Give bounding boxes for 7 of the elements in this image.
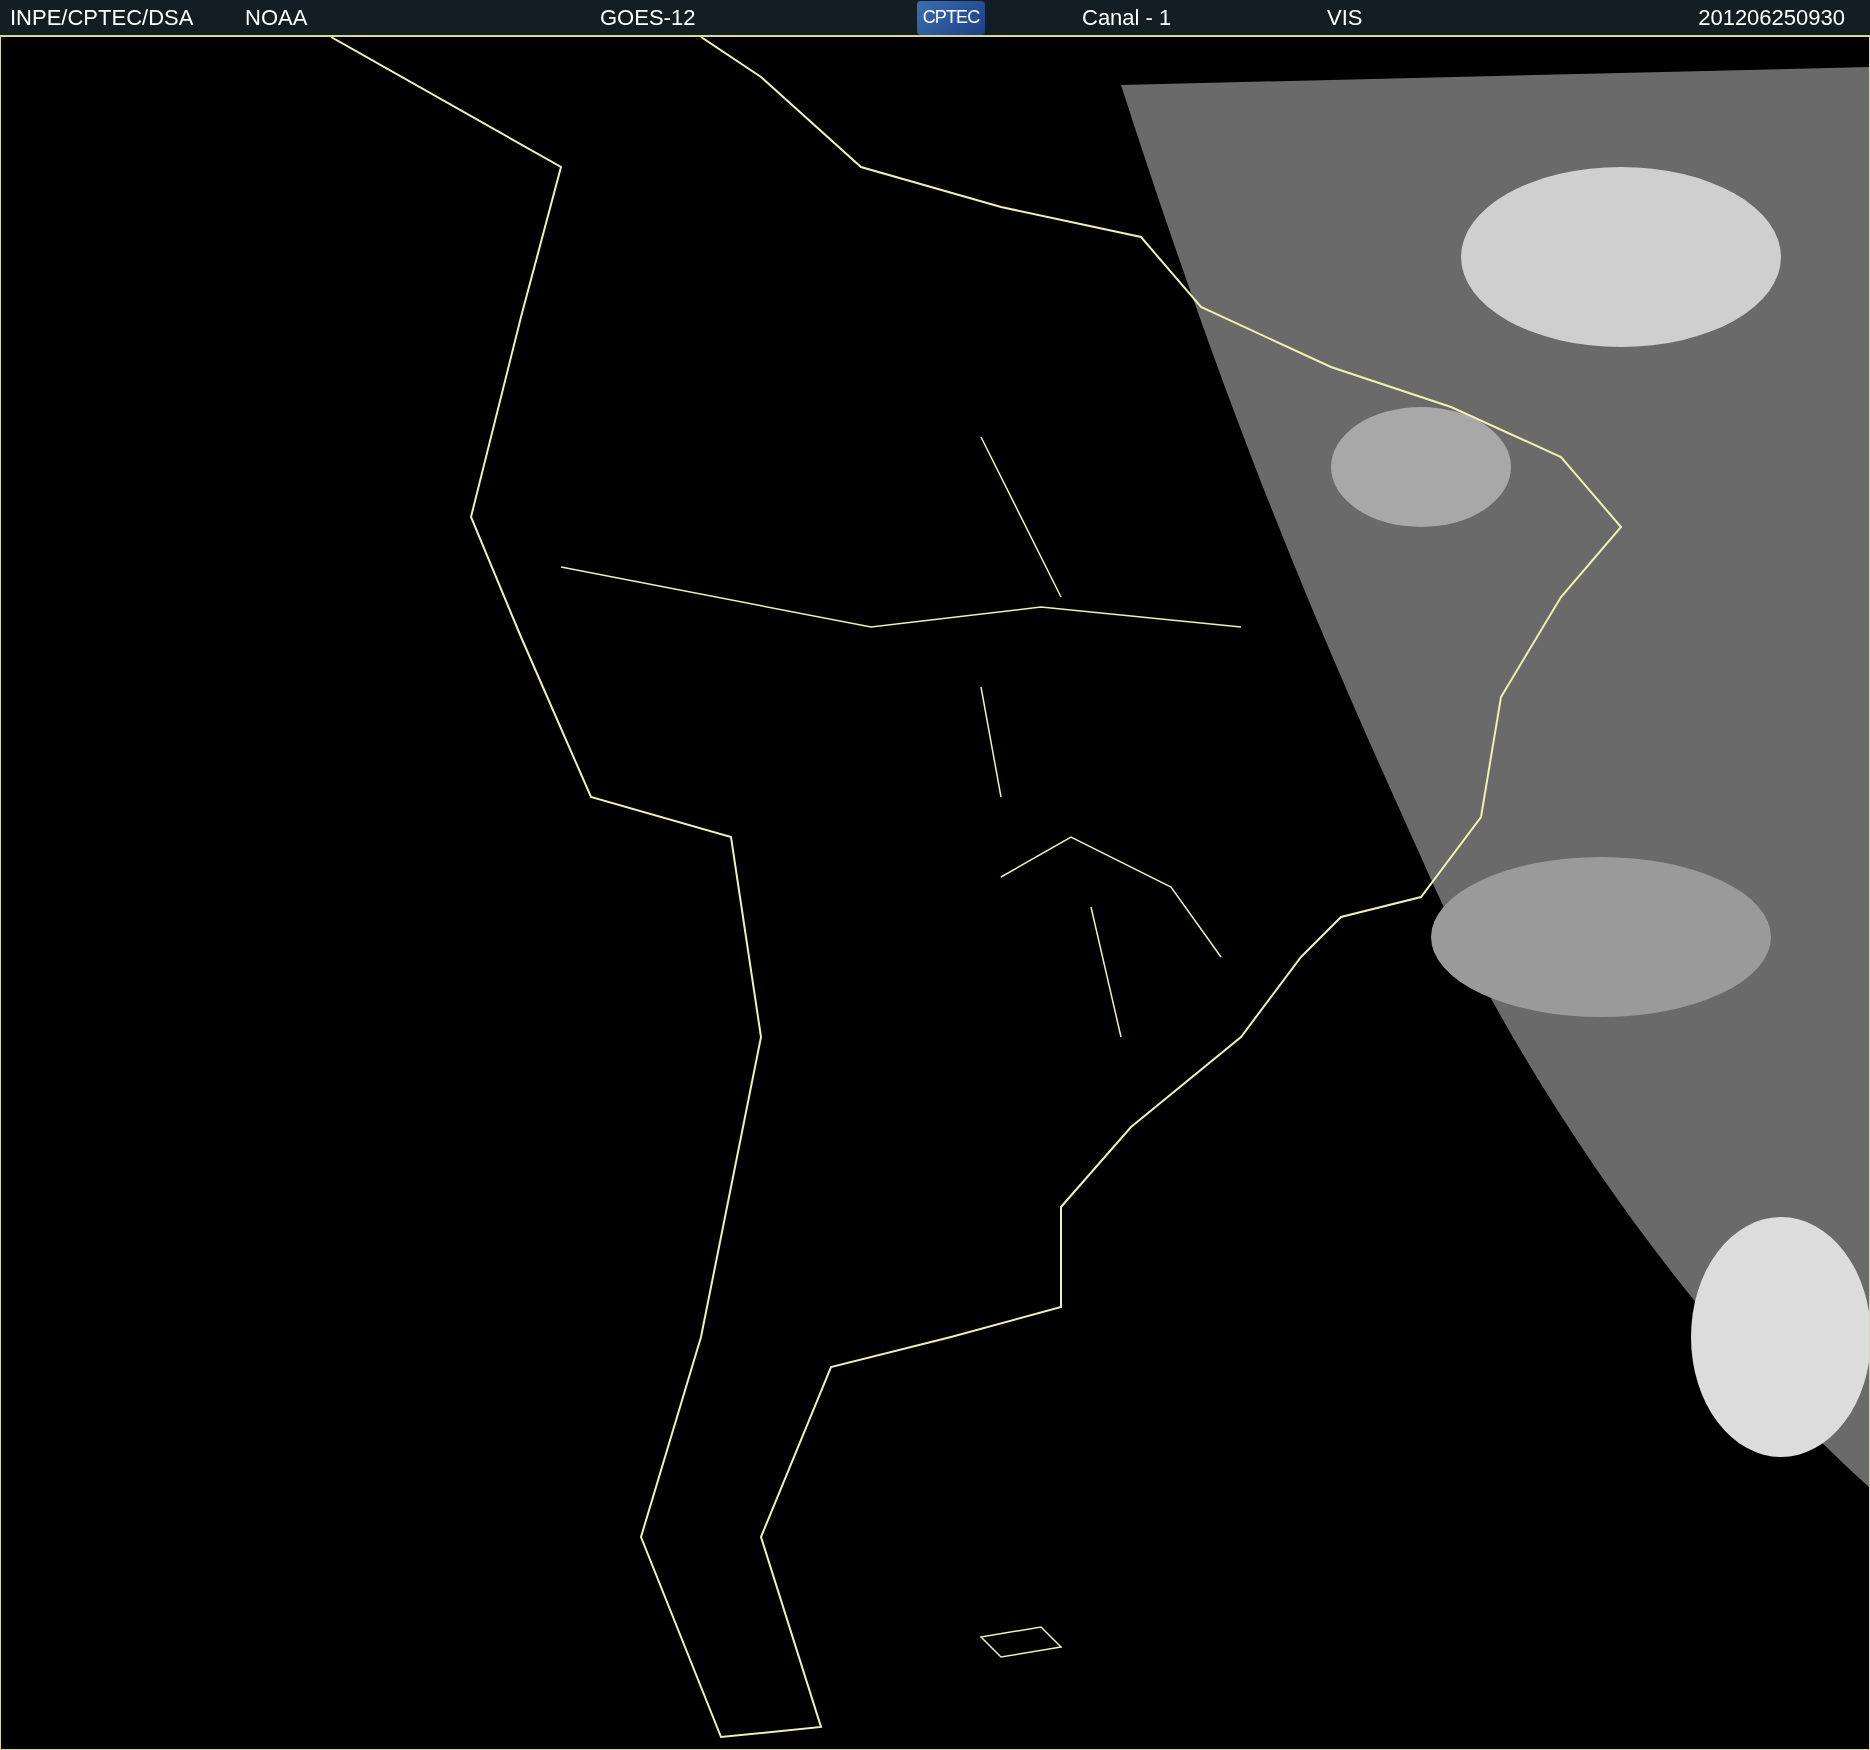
source-label: INPE/CPTEC/DSA (10, 4, 195, 32)
satellite-label: GOES-12 (600, 4, 697, 32)
channel-label: Canal - 1 (1082, 4, 1173, 32)
band-label: VIS (1327, 4, 1364, 32)
agency-label: NOAA (245, 4, 309, 32)
timestamp-label: 201206250930 (1698, 4, 1845, 32)
logo-text: CPTEC (922, 6, 980, 29)
